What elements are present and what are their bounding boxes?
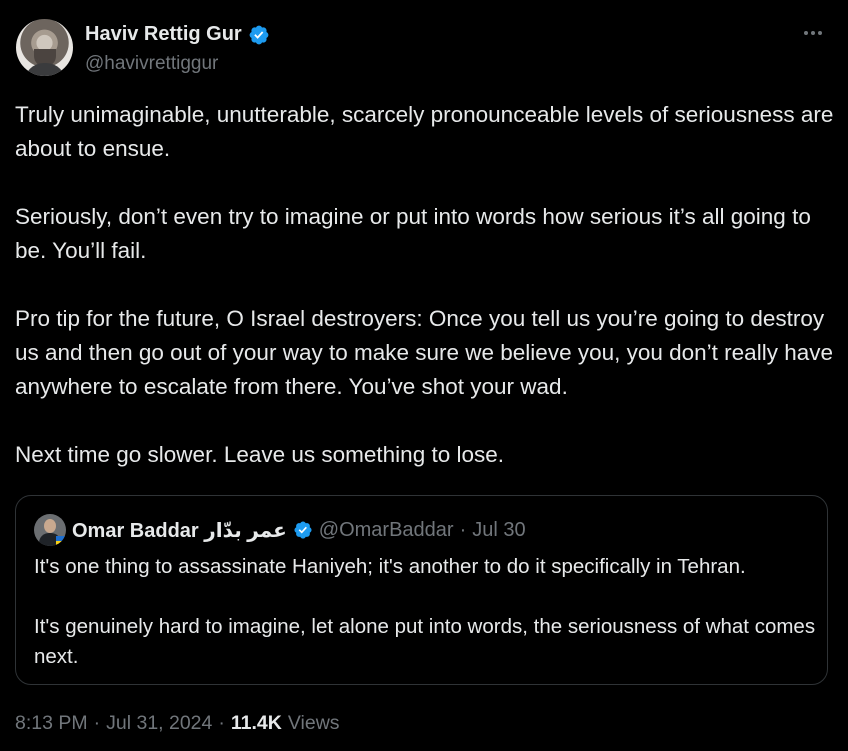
quote-text: It's one thing to assassinate Haniyeh; i…	[34, 552, 824, 672]
quote-author-avatar[interactable]	[34, 514, 66, 546]
dot	[818, 31, 822, 35]
author-name[interactable]: Haviv Rettig Gur	[85, 23, 242, 46]
tweet-paragraph: Truly unimaginable, unutterable, scarcel…	[15, 102, 834, 161]
quote-date[interactable]: Jul 30	[472, 519, 525, 542]
dot	[811, 31, 815, 35]
more-dots-icon[interactable]	[800, 23, 826, 43]
meta-separator: ·	[93, 712, 101, 734]
quote-paragraph: It's one thing to assassinate Haniyeh; i…	[34, 555, 746, 578]
dot	[804, 31, 808, 35]
quote-author-name[interactable]: Omar Baddar عمر بدّار	[72, 518, 287, 543]
quote-header: Omar Baddar عمر بدّار @OmarBaddar · Jul …	[34, 514, 526, 546]
verified-badge-icon[interactable]	[248, 24, 270, 46]
quote-author-handle[interactable]: @OmarBaddar	[319, 519, 454, 542]
tweet-text: Truly unimaginable, unutterable, scarcel…	[15, 98, 835, 472]
quote-separator: ·	[459, 518, 467, 541]
avatar-shirt	[24, 63, 66, 76]
avatar-face	[44, 519, 56, 533]
tweet-header: Haviv Rettig Gur @havivrettiggur	[16, 19, 832, 79]
verified-badge-icon[interactable]	[293, 520, 313, 540]
meta-separator: ·	[218, 712, 225, 734]
quoted-tweet[interactable]: Omar Baddar عمر بدّار @OmarBaddar · Jul …	[15, 495, 828, 685]
views-count[interactable]: 11.4K	[231, 712, 282, 735]
tweet-meta: 8:13 PM · Jul 31, 2024 · 11.4K Views	[15, 712, 340, 735]
tweet-paragraph: Seriously, don’t even try to imagine or …	[15, 204, 811, 263]
author-avatar[interactable]	[16, 19, 73, 76]
tweet-paragraph: Next time go slower. Leave us something …	[15, 442, 505, 467]
tweet-paragraph: Pro tip for the future, O Israel destroy…	[15, 306, 833, 399]
tweet-time[interactable]: 8:13 PM	[15, 712, 88, 735]
tweet-date[interactable]: Jul 31, 2024	[106, 712, 212, 735]
avatar-flag	[56, 536, 66, 546]
views-label: Views	[287, 712, 340, 734]
author-name-row: Haviv Rettig Gur	[85, 23, 270, 46]
quote-paragraph: It's genuinely hard to imagine, let alon…	[34, 615, 816, 668]
author-handle[interactable]: @havivrettiggur	[85, 53, 218, 75]
